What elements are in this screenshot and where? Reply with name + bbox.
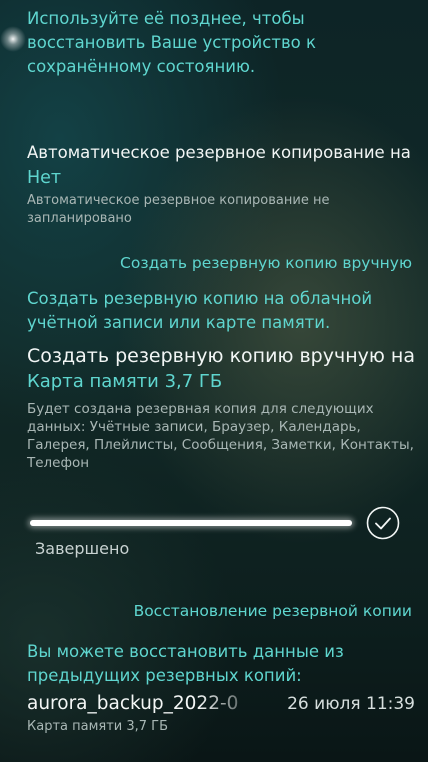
manual-backup-title: Создать резервную копию вручную на <box>27 345 415 367</box>
backup-list-item[interactable]: aurora_backup_2022-0 26 июля 11:39 Карта… <box>27 692 415 740</box>
intro-text: Используйте её позднее, чтобы восстанови… <box>27 9 316 76</box>
auto-backup-description: Автоматическое резервное копирование не … <box>27 170 414 228</box>
manual-backup-value: Карта памяти 3,7 ГБ <box>27 371 223 392</box>
backup-status-label: Завершено <box>35 539 130 558</box>
checkmark-circle-icon <box>366 506 400 540</box>
manual-backup-description: Будет создана резервная копия для следую… <box>27 401 414 471</box>
restore-description: Вы можете восстановить данные из предыду… <box>27 642 344 685</box>
backup-date: 26 июля 11:39 <box>287 694 415 714</box>
backup-location: Карта памяти 3,7 ГБ <box>27 719 169 734</box>
backup-screen: Используйте её позднее, чтобы восстанови… <box>0 0 428 762</box>
cloud-backup-link[interactable]: Создать резервную копию на облачной учёт… <box>27 287 414 335</box>
manual-backup-section-header: Создать резервную копию вручную <box>120 254 412 272</box>
backup-done-button[interactable] <box>366 506 400 540</box>
backup-file-name: aurora_backup_2022-0 <box>27 693 239 714</box>
backup-progress-fill <box>30 520 352 526</box>
restore-section-header: Восстановление резервной копии <box>133 602 412 620</box>
screen-glint <box>0 26 26 52</box>
backup-progress-bar <box>30 520 352 526</box>
auto-backup-title: Автоматическое резервное копирование на <box>27 143 411 162</box>
auto-backup-description-text: Автоматическое резервное копирование не … <box>27 193 330 226</box>
